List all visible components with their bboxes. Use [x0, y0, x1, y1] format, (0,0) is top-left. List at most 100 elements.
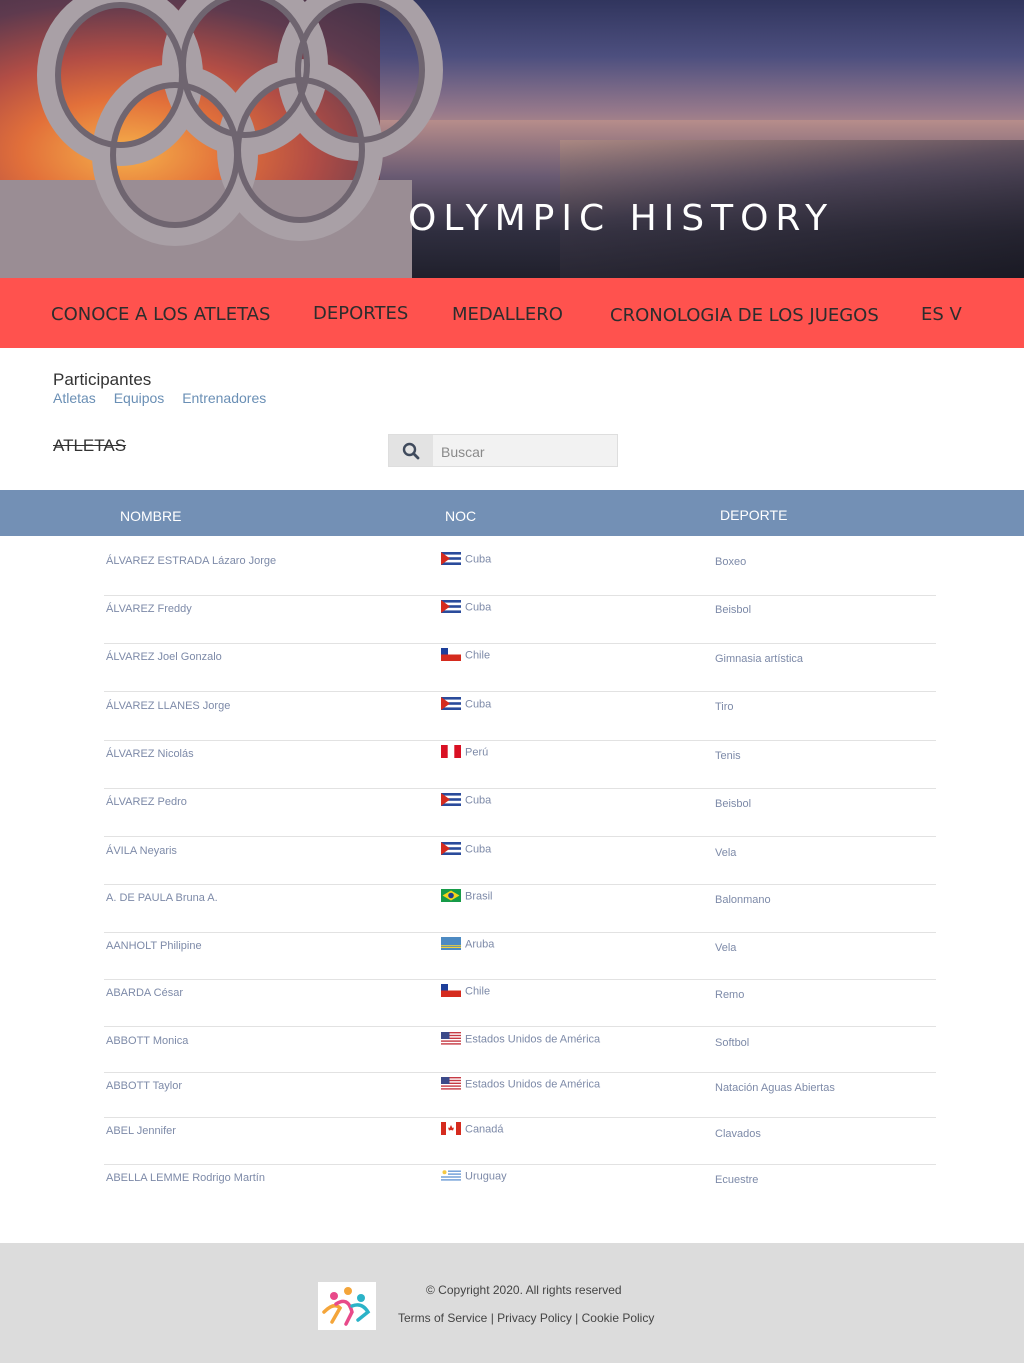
noc-label: Uruguay	[465, 1170, 507, 1183]
athlete-sport: Tiro	[715, 701, 734, 713]
search-button[interactable]	[389, 435, 433, 466]
table-header: NOMBRE NOC DEPORTE	[0, 490, 1024, 536]
noc-label: Cuba	[465, 553, 492, 566]
athlete-sport: Tenis	[715, 750, 741, 762]
athlete-name[interactable]: ÁLVAREZ Joel Gonzalo	[106, 651, 222, 663]
search-icon	[402, 442, 420, 459]
noc-label: Canadá	[465, 1123, 504, 1136]
main-nav: CONOCE A LOS ATLETAS DEPORTES MEDALLERO …	[0, 278, 1024, 348]
row-divider	[104, 788, 936, 789]
athlete-sport: Balonmano	[715, 894, 771, 906]
athlete-sport: Softbol	[715, 1037, 750, 1049]
athlete-name[interactable]: ABEL Jennifer	[106, 1125, 176, 1137]
athlete-sport: Remo	[715, 989, 745, 1001]
athlete-name[interactable]: ABARDA César	[106, 987, 183, 999]
athlete-name[interactable]: ABBOTT Monica	[106, 1035, 188, 1047]
row-divider	[104, 932, 936, 933]
athlete-noc: Chile	[441, 984, 491, 998]
noc-label: Cuba	[465, 698, 492, 711]
athlete-noc: Brasil	[441, 889, 493, 903]
language-selector[interactable]: ES V	[921, 304, 962, 325]
athlete-noc: Uruguay	[441, 1169, 507, 1183]
athlete-noc: Estados Unidos de América	[441, 1032, 601, 1046]
noc-label: Chile	[465, 649, 491, 662]
noc-label: Cuba	[465, 601, 492, 614]
privacy-link[interactable]: Privacy Policy	[497, 1311, 572, 1325]
athlete-sport: Vela	[715, 942, 737, 954]
footer: © Copyright 2020. All rights reserved Te…	[0, 1243, 1024, 1363]
athlete-noc: Cuba	[441, 793, 492, 807]
athlete-noc: Cuba	[441, 552, 492, 566]
flag-cuba-icon	[441, 697, 461, 710]
athlete-noc: Cuba	[441, 697, 492, 711]
flag-uruguay-icon	[441, 1169, 461, 1182]
link-atletas[interactable]: Atletas	[53, 390, 96, 406]
participants-links: Atletas Equipos Entrenadores	[53, 390, 280, 406]
hero-banner: OLYMPIC HISTORY	[0, 0, 1024, 278]
athlete-name[interactable]: A. DE PAULA Bruna A.	[106, 892, 218, 904]
row-divider	[104, 643, 936, 644]
search-input[interactable]	[439, 439, 603, 464]
athlete-sport: Vela	[715, 847, 737, 859]
noc-label: Chile	[465, 985, 491, 998]
athlete-name[interactable]: AANHOLT Philipine	[106, 940, 202, 952]
athlete-noc: Perú	[441, 745, 489, 759]
flag-chile-icon	[441, 984, 461, 997]
cookie-link[interactable]: Cookie Policy	[582, 1311, 655, 1325]
athlete-sport: Boxeo	[715, 556, 747, 568]
nav-item-deportes[interactable]: DEPORTES	[313, 303, 408, 324]
nav-item-medallero[interactable]: MEDALLERO	[452, 304, 563, 325]
flag-cuba-icon	[441, 793, 461, 806]
athlete-name[interactable]: ÁLVAREZ Nicolás	[106, 748, 194, 760]
flag-canada-icon	[441, 1122, 461, 1135]
noc-label: Cuba	[465, 843, 492, 856]
noc-label: Cuba	[465, 794, 492, 807]
athlete-sport: Gimnasia artística	[715, 653, 804, 665]
athlete-name[interactable]: ÁLVAREZ Freddy	[106, 603, 192, 615]
athlete-name[interactable]: ÁLVAREZ ESTRADA Lázaro Jorge	[106, 555, 276, 567]
athlete-name[interactable]: ÁLVAREZ LLANES Jorge	[106, 700, 230, 712]
athlete-noc: Cuba	[441, 600, 492, 614]
flag-chile-icon	[441, 648, 461, 661]
row-divider	[104, 1164, 936, 1165]
row-divider	[104, 691, 936, 692]
nav-item-atletas[interactable]: CONOCE A LOS ATLETAS	[51, 304, 270, 325]
athlete-sport: Beisbol	[715, 798, 752, 810]
athlete-name[interactable]: ABELLA LEMME Rodrigo Martín	[106, 1172, 265, 1184]
link-equipos[interactable]: Equipos	[114, 390, 165, 406]
athlete-noc: Aruba	[441, 937, 495, 951]
row-divider	[104, 595, 936, 596]
terms-link[interactable]: Terms of Service	[398, 1311, 487, 1325]
athlete-noc: Canadá	[441, 1122, 504, 1136]
athletes-logo-icon	[322, 1287, 371, 1326]
link-entrenadores[interactable]: Entrenadores	[182, 390, 266, 406]
row-divider	[104, 979, 936, 980]
noc-label: Estados Unidos de América	[465, 1078, 601, 1091]
column-header-noc[interactable]: NOC	[445, 508, 476, 524]
athlete-sport: Natación Aguas Abiertas	[715, 1082, 835, 1094]
athlete-name[interactable]: ABBOTT Taylor	[106, 1080, 182, 1092]
column-header-nombre[interactable]: NOMBRE	[120, 508, 181, 524]
row-divider	[104, 1117, 936, 1118]
row-divider	[104, 1072, 936, 1073]
noc-label: Aruba	[465, 938, 495, 951]
nav-item-cronologia[interactable]: CRONOLOGIA DE LOS JUEGOS	[610, 305, 879, 326]
footer-links: Terms of Service | Privacy Policy | Cook…	[398, 1311, 655, 1325]
athlete-name[interactable]: ÁVILA Neyaris	[106, 845, 177, 857]
cloudy-sky	[380, 0, 1024, 140]
column-header-deporte[interactable]: DEPORTE	[720, 507, 787, 523]
site-logo[interactable]	[318, 1282, 376, 1330]
noc-label: Estados Unidos de América	[465, 1033, 601, 1046]
olympic-rings-icon	[0, 0, 443, 278]
athlete-name[interactable]: ÁLVAREZ Pedro	[106, 796, 187, 808]
noc-label: Perú	[465, 746, 489, 759]
flag-usa-icon	[441, 1032, 461, 1045]
athlete-sport: Ecuestre	[715, 1174, 759, 1186]
flag-cuba-icon	[441, 600, 461, 613]
flag-brasil-icon	[441, 889, 461, 902]
flag-peru-icon	[441, 745, 461, 758]
participants-title: Participantes	[53, 370, 152, 389]
row-divider	[104, 1026, 936, 1027]
section-title: ATLETAS	[53, 436, 127, 455]
copyright-text: © Copyright 2020. All rights reserved	[426, 1283, 622, 1297]
